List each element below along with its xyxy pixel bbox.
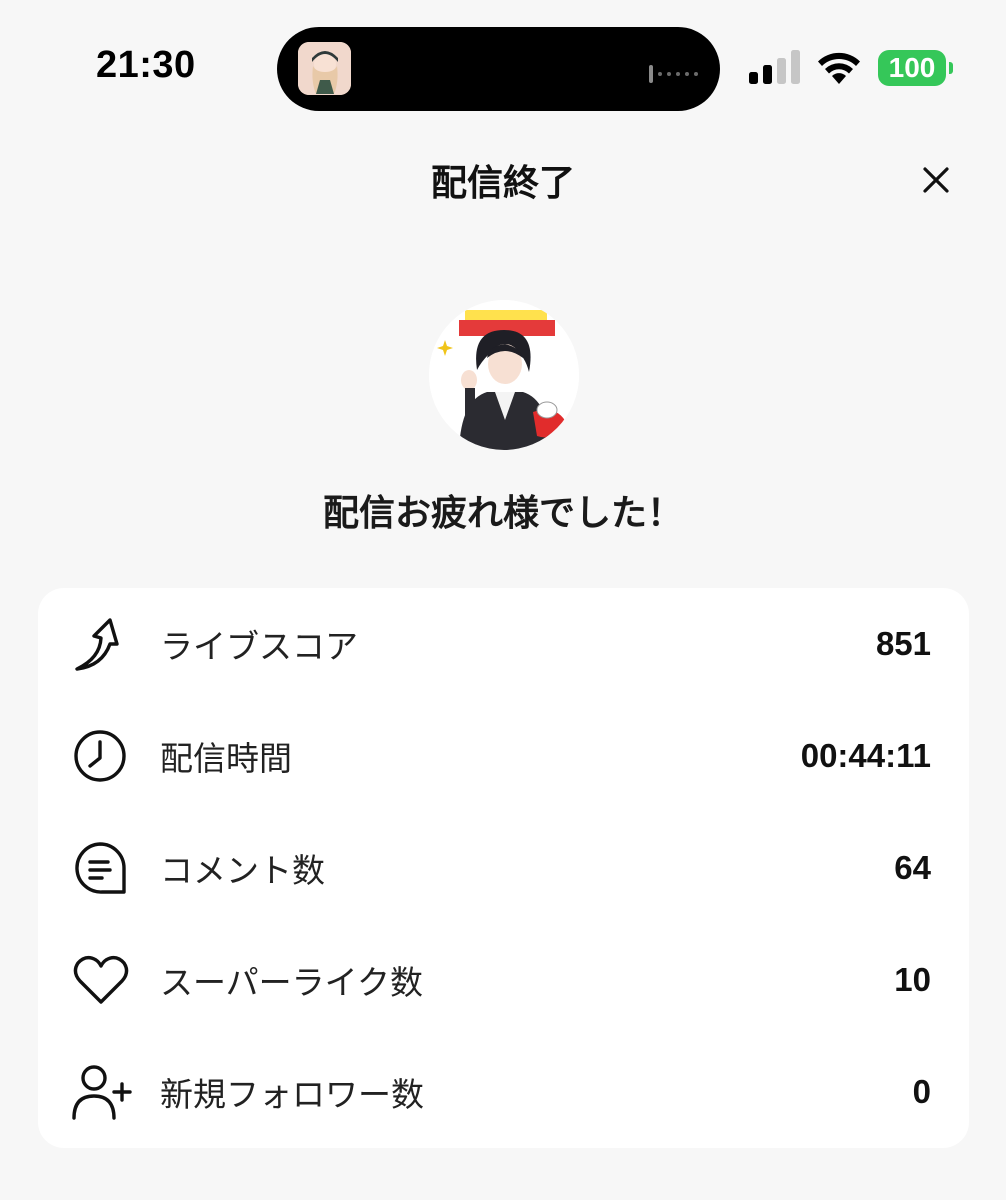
wifi-icon	[818, 52, 860, 84]
stat-row-new-followers: 新規フォロワー数 0	[38, 1036, 969, 1148]
stat-label: 新規フォロワー数	[160, 1075, 424, 1114]
cellular-signal-icon	[749, 50, 800, 84]
stat-row-stream-time: 配信時間 00:44:11	[38, 700, 969, 812]
clock-icon	[74, 730, 126, 782]
status-time: 21:30	[96, 44, 196, 86]
stat-row-comments: コメント数 64	[38, 812, 969, 924]
stat-value: 0	[912, 1073, 931, 1110]
stat-row-live-score: ライブスコア 851	[38, 588, 969, 700]
stat-label: コメント数	[160, 851, 325, 890]
close-icon[interactable]	[912, 156, 960, 204]
thank-you-message: 配信お疲れ様でした！	[322, 493, 683, 534]
heart-icon	[73, 955, 129, 1004]
stat-label: スーパーライク数	[160, 963, 424, 1002]
audio-wave-icon	[649, 65, 698, 83]
now-playing-thumbnail	[298, 42, 351, 95]
stat-label: ライブスコア	[160, 627, 358, 666]
page-title: 配信終了	[430, 163, 575, 204]
streamer-avatar	[429, 300, 579, 450]
battery-level: 100	[878, 50, 946, 86]
stat-value: 851	[875, 625, 931, 662]
stat-value: 10	[894, 961, 931, 998]
stats-card: ライブスコア 851 配信時間 00:44:11 コメント数 64 スーパーライ…	[38, 588, 969, 1148]
dynamic-island[interactable]	[277, 27, 720, 111]
stat-label: 配信時間	[160, 739, 292, 778]
stat-value: 00:44:11	[800, 737, 931, 774]
live-score-icon	[75, 618, 119, 671]
stat-row-super-likes: スーパーライク数 10	[38, 924, 969, 1036]
comment-icon	[75, 842, 126, 894]
battery-icon: 100	[878, 50, 954, 86]
stat-value: 64	[894, 849, 931, 886]
add-user-icon	[72, 1065, 132, 1120]
